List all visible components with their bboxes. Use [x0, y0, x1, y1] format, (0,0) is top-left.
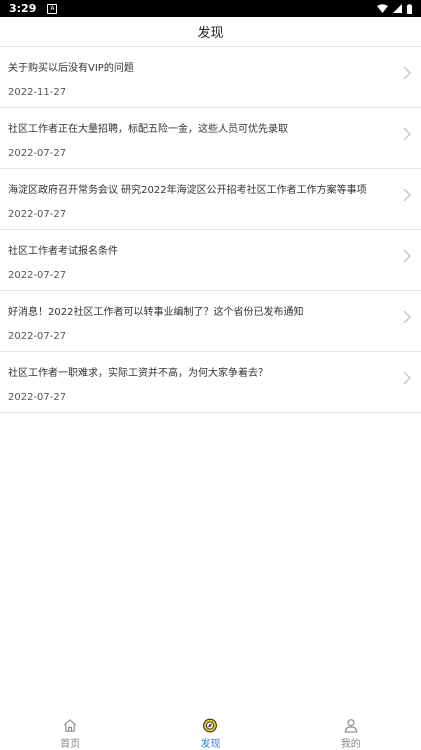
article-date: 2022-07-27: [8, 148, 67, 159]
status-time: 3:29: [9, 2, 37, 15]
article-date: 2022-07-27: [8, 392, 67, 403]
wifi-icon: [377, 4, 388, 13]
notification-icon: A: [47, 3, 58, 14]
chevron-right-icon: [403, 66, 411, 80]
list-item[interactable]: 社区工作者一职难求，实际工资并不高，为何大家争着去？ 2022-07-27: [0, 352, 421, 413]
tab-home[interactable]: 首页: [0, 714, 140, 750]
article-title: 社区工作者考试报名条件: [8, 246, 118, 257]
tab-label: 首页: [60, 739, 81, 750]
tab-label: 我的: [340, 739, 361, 750]
article-title: 社区工作者一职难求，实际工资并不高，为何大家争着去？: [8, 368, 268, 379]
article-title: 社区工作者正在大量招聘，标配五险一金，这些人员可优先录取: [8, 124, 288, 135]
chevron-right-icon: [403, 371, 411, 385]
article-title: 海淀区政府召开常务会议 研究2022年海淀区公开招考社区工作者工作方案等事项: [8, 185, 367, 196]
article-date: 2022-07-27: [8, 209, 67, 220]
tab-discover[interactable]: 发现: [140, 714, 280, 750]
tab-label: 发现: [200, 739, 221, 750]
status-icons: [377, 3, 412, 14]
list-item[interactable]: 海淀区政府召开常务会议 研究2022年海淀区公开招考社区工作者工作方案等事项 2…: [0, 169, 421, 230]
article-title: 好消息！2022社区工作者可以转事业编制了？这个省份已发布通知: [8, 307, 304, 318]
article-list: 关于购买以后没有VIP的问题 2022-11-27 社区工作者正在大量招聘，标配…: [0, 47, 421, 413]
status-bar: 3:29 A: [0, 0, 421, 17]
bottom-tab-bar: 首页 发现 我的: [0, 714, 421, 750]
chevron-right-icon: [403, 310, 411, 324]
page-header: 发现: [0, 17, 421, 47]
chevron-right-icon: [403, 188, 411, 202]
home-icon: [64, 719, 77, 732]
list-item[interactable]: 社区工作者正在大量招聘，标配五险一金，这些人员可优先录取 2022-07-27: [0, 108, 421, 169]
article-date: 2022-11-27: [8, 87, 67, 98]
tab-profile[interactable]: 我的: [281, 714, 421, 750]
article-date: 2022-07-27: [8, 270, 67, 281]
list-item[interactable]: 社区工作者考试报名条件 2022-07-27: [0, 230, 421, 291]
user-icon: [344, 719, 357, 733]
article-date: 2022-07-27: [8, 331, 67, 342]
battery-icon: [407, 3, 412, 14]
signal-icon: [393, 4, 402, 13]
chevron-right-icon: [403, 249, 411, 263]
list-item[interactable]: 关于购买以后没有VIP的问题 2022-11-27: [0, 47, 421, 108]
page-title: 发现: [197, 26, 224, 41]
article-title: 关于购买以后没有VIP的问题: [8, 63, 134, 74]
list-item[interactable]: 好消息！2022社区工作者可以转事业编制了？这个省份已发布通知 2022-07-…: [0, 291, 421, 352]
chevron-right-icon: [403, 127, 411, 141]
discover-icon: [203, 718, 218, 733]
